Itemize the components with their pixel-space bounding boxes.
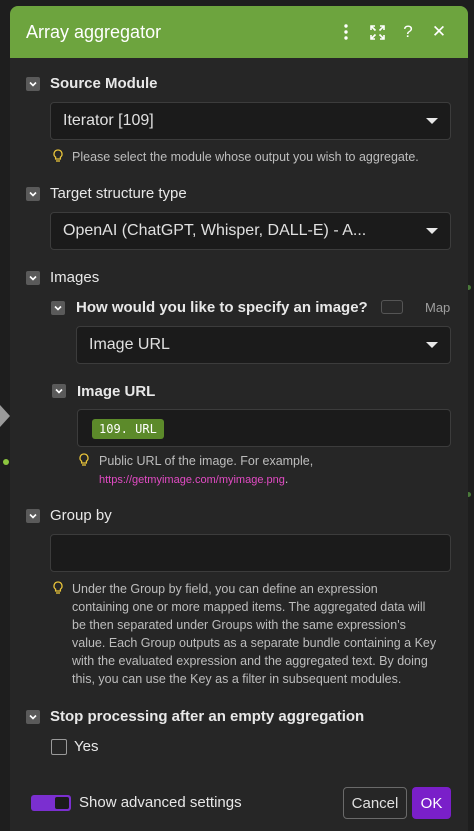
map-label: Map xyxy=(425,300,451,315)
target-structure-value: OpenAI (ChatGPT, Whisper, DALL-E) - A... xyxy=(63,222,367,239)
hint-line: with the evaluated expression and the ag… xyxy=(72,654,428,668)
image-url-hint: Public URL of the image. For example, ht… xyxy=(99,452,313,489)
canvas-connector-dot xyxy=(3,459,9,465)
hint-line: value. Each Group outputs as a separate … xyxy=(72,636,437,650)
group-by-label: Group by xyxy=(50,507,112,524)
group-by-hint: Under the Group by field, you can define… xyxy=(72,580,436,688)
map-toggle[interactable] xyxy=(381,300,403,314)
source-module-hint: Please select the module whose output yo… xyxy=(72,150,419,164)
mapped-value-pill[interactable]: 109. URL xyxy=(92,419,164,439)
target-structure-label: Target structure type xyxy=(50,185,187,202)
specify-image-label: How would you like to specify an image? xyxy=(76,299,368,316)
caret-down-icon xyxy=(426,342,438,348)
source-module-label: Source Module xyxy=(50,75,158,92)
close-icon[interactable]: ✕ xyxy=(424,17,454,47)
stop-processing-label: Stop processing after an empty aggregati… xyxy=(50,708,365,725)
yes-label: Yes xyxy=(74,738,99,755)
chevron-down-icon[interactable] xyxy=(26,509,40,523)
panel-header: Array aggregator ? ✕ xyxy=(10,6,468,58)
specify-image-select[interactable]: Image URL xyxy=(76,326,451,364)
chevron-down-icon[interactable] xyxy=(51,301,65,315)
chevron-down-icon[interactable] xyxy=(26,710,40,724)
lightbulb-icon xyxy=(53,149,63,162)
yes-checkbox[interactable] xyxy=(51,739,67,755)
chevron-down-icon[interactable] xyxy=(26,77,40,91)
chevron-down-icon[interactable] xyxy=(26,271,40,285)
chevron-down-icon[interactable] xyxy=(52,384,66,398)
advanced-settings-label: Show advanced settings xyxy=(79,794,242,811)
module-settings-panel: Array aggregator ? ✕ Source Module Itera… xyxy=(10,6,468,831)
panel-title: Array aggregator xyxy=(26,21,162,42)
group-by-input[interactable] xyxy=(50,534,451,572)
advanced-settings-toggle[interactable] xyxy=(31,795,71,811)
ok-button[interactable]: OK xyxy=(412,787,451,819)
images-label: Images xyxy=(50,269,100,286)
expand-icon[interactable] xyxy=(362,17,392,47)
lightbulb-icon xyxy=(53,581,63,594)
canvas-connector-arrow xyxy=(0,405,10,427)
cancel-button[interactable]: Cancel xyxy=(343,787,407,819)
image-url-hint-text: Public URL of the image. For example, xyxy=(99,454,314,468)
example-url-link[interactable]: https://getmyimage.com/myimage.png xyxy=(99,474,285,486)
caret-down-icon xyxy=(426,228,438,234)
caret-down-icon xyxy=(426,118,438,124)
hint-line: containing one or more mapped items. The… xyxy=(72,600,426,614)
more-vertical-icon[interactable] xyxy=(331,17,361,47)
chevron-down-icon[interactable] xyxy=(26,187,40,201)
lightbulb-icon xyxy=(79,453,89,466)
image-url-label: Image URL xyxy=(77,383,156,400)
specify-image-value: Image URL xyxy=(89,336,170,353)
target-structure-select[interactable]: OpenAI (ChatGPT, Whisper, DALL-E) - A... xyxy=(50,212,451,250)
source-module-select[interactable]: Iterator [109] xyxy=(50,102,451,140)
hint-line: this, you can use the Key as a filter in… xyxy=(72,672,402,686)
hint-line: Under the Group by field, you can define… xyxy=(72,582,378,596)
toggle-knob xyxy=(55,797,69,809)
image-url-hint-end: . xyxy=(284,472,289,486)
hint-line: be then separated under Groups with the … xyxy=(72,618,406,632)
help-icon[interactable]: ? xyxy=(393,17,423,47)
source-module-value: Iterator [109] xyxy=(63,112,154,129)
